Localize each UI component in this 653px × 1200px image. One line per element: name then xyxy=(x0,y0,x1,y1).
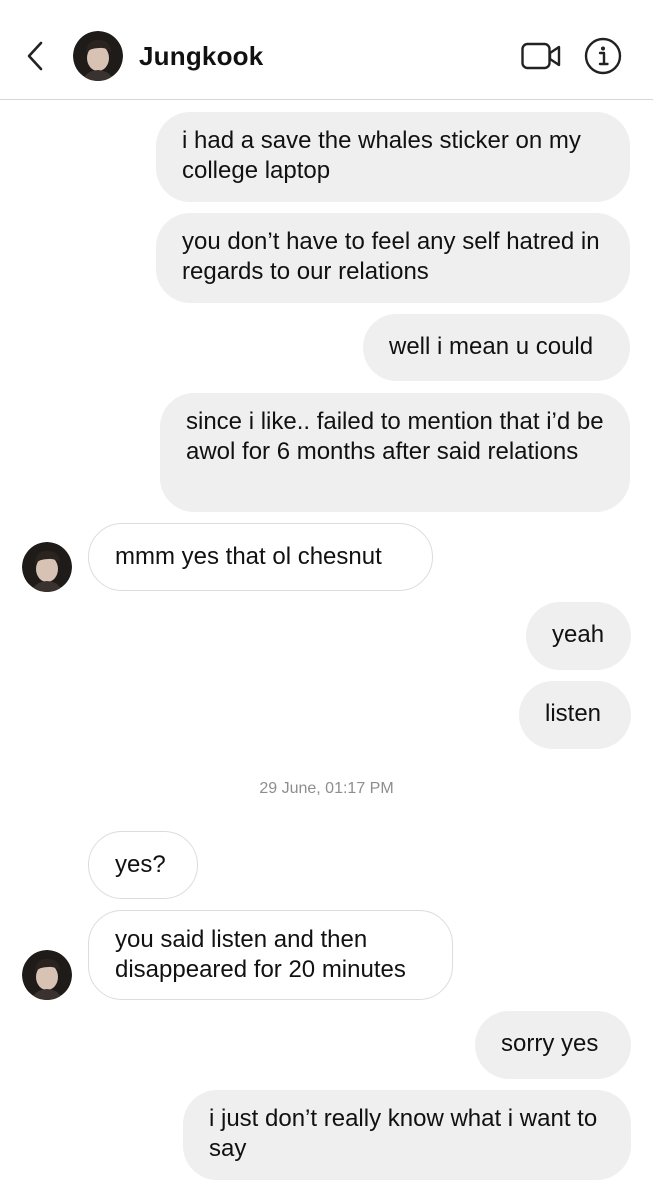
incoming-message[interactable]: you said listen and then disappeared for… xyxy=(88,910,453,1000)
video-call-button[interactable] xyxy=(520,40,562,72)
back-button[interactable] xyxy=(22,38,48,74)
info-circle-icon xyxy=(584,37,622,75)
sender-avatar[interactable] xyxy=(22,950,72,1000)
message-timestamp: 29 June, 01:17 PM xyxy=(259,780,394,797)
outgoing-message[interactable]: i had a save the whales sticker on my co… xyxy=(156,112,630,202)
outgoing-message[interactable]: yeah xyxy=(526,602,631,670)
outgoing-message[interactable]: you don’t have to feel any self hatred i… xyxy=(156,213,630,303)
incoming-message[interactable]: yes? xyxy=(88,831,198,899)
incoming-message[interactable]: mmm yes that ol chesnut xyxy=(88,523,433,591)
outgoing-message[interactable]: listen xyxy=(519,681,631,749)
outgoing-message[interactable]: since i like.. failed to mention that i’… xyxy=(160,393,630,512)
info-button[interactable] xyxy=(583,36,623,76)
outgoing-message[interactable]: sorry yes xyxy=(475,1011,631,1079)
chat-header: Jungkook xyxy=(0,0,653,100)
outgoing-message[interactable]: i just don’t really know what i want to … xyxy=(183,1090,631,1180)
contact-avatar[interactable] xyxy=(73,31,123,81)
contact-name[interactable]: Jungkook xyxy=(139,41,263,72)
video-camera-icon xyxy=(521,42,561,70)
outgoing-message[interactable]: well i mean u could xyxy=(363,314,630,381)
chevron-left-icon xyxy=(27,41,43,71)
sender-avatar[interactable] xyxy=(22,542,72,592)
